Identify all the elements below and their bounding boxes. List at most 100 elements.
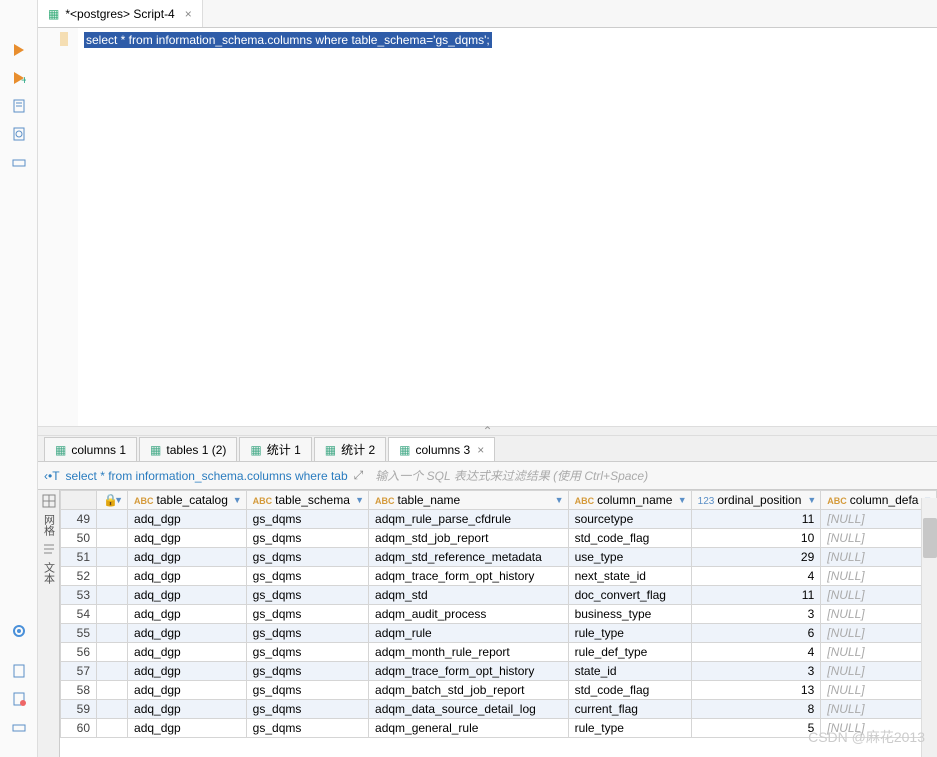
cell[interactable]: [NULL] <box>821 586 937 605</box>
close-icon[interactable]: × <box>477 443 484 457</box>
cell[interactable]: state_id <box>568 662 691 681</box>
sql-editor[interactable]: select * from information_schema.columns… <box>38 28 937 426</box>
cell[interactable]: adq_dgp <box>128 529 247 548</box>
cell[interactable]: 3 <box>691 605 821 624</box>
column-header-table_catalog[interactable]: ABCtable_catalog▼ <box>128 491 247 510</box>
row-number[interactable]: 58 <box>61 681 97 700</box>
table-row[interactable]: 51 adq_dgpgs_dqmsadqm_std_reference_metad… <box>61 548 937 567</box>
table-row[interactable]: 60adq_dgpgs_dqmsadqm_general_rulerule_ty… <box>61 719 937 738</box>
chevron-down-icon[interactable]: ▼ <box>233 495 242 505</box>
cell[interactable]: adqm_std_reference_metadata <box>369 548 569 567</box>
row-number[interactable]: 49 <box>61 510 97 529</box>
cell[interactable]: rule_def_type <box>568 643 691 662</box>
row-number[interactable]: 52 <box>61 567 97 586</box>
cell[interactable]: 6 <box>691 624 821 643</box>
grid-mode-icon[interactable] <box>42 494 56 508</box>
row-number[interactable]: 55 <box>61 624 97 643</box>
chevron-down-icon[interactable]: ▼ <box>807 495 816 505</box>
table-row[interactable]: 54adq_dgpgs_dqmsadqm_audit_processbusine… <box>61 605 937 624</box>
cell[interactable]: adq_dgp <box>128 719 247 738</box>
table-row[interactable]: 58adq_dgpgs_dqmsadqm_batch_std_job_repor… <box>61 681 937 700</box>
vertical-scrollbar[interactable] <box>921 498 937 757</box>
row-number[interactable]: 59 <box>61 700 97 719</box>
cell[interactable]: adqm_general_rule <box>369 719 569 738</box>
cell[interactable]: adq_dgp <box>128 548 247 567</box>
cell[interactable]: [NULL] <box>821 643 937 662</box>
cell[interactable]: business_type <box>568 605 691 624</box>
settings-icon[interactable] <box>9 621 29 641</box>
filter-input[interactable]: 输入一个 SQL 表达式来过滤结果 (使用 Ctrl+Space) <box>369 467 931 484</box>
rownum-header[interactable] <box>61 491 97 510</box>
scrollbar-thumb[interactable] <box>923 518 937 558</box>
column-header-table_schema[interactable]: ABCtable_schema▼ <box>246 491 368 510</box>
cell[interactable]: adqm_std_job_report <box>369 529 569 548</box>
cell[interactable]: rule_type <box>568 719 691 738</box>
cell[interactable]: adq_dgp <box>128 510 247 529</box>
cell[interactable]: gs_dqms <box>246 548 368 567</box>
result-tab-3[interactable]: ▦统计 2 <box>314 437 386 461</box>
plan-icon[interactable] <box>9 152 29 172</box>
cell[interactable]: adq_dgp <box>128 567 247 586</box>
chevron-down-icon[interactable]: ▼ <box>114 495 123 505</box>
script-icon[interactable] <box>9 96 29 116</box>
cell[interactable]: adq_dgp <box>128 586 247 605</box>
cell[interactable]: adqm_rule_parse_cfdrule <box>369 510 569 529</box>
row-number[interactable]: 51 <box>61 548 97 567</box>
cell[interactable]: [NULL] <box>821 605 937 624</box>
save-icon[interactable] <box>9 661 29 681</box>
result-tab-4[interactable]: ▦columns 3× <box>388 437 495 461</box>
grid-tab-grid[interactable]: 网格 <box>41 514 57 536</box>
cell[interactable]: gs_dqms <box>246 662 368 681</box>
column-header-column_name[interactable]: ABCcolumn_name▼ <box>568 491 691 510</box>
cell[interactable]: adqm_audit_process <box>369 605 569 624</box>
cell[interactable]: use_type <box>568 548 691 567</box>
cell[interactable]: [NULL] <box>821 662 937 681</box>
cell[interactable]: gs_dqms <box>246 624 368 643</box>
cell[interactable]: adqm_trace_form_opt_history <box>369 567 569 586</box>
cell[interactable]: gs_dqms <box>246 700 368 719</box>
cell[interactable]: adq_dgp <box>128 605 247 624</box>
cell[interactable]: adq_dgp <box>128 643 247 662</box>
table-row[interactable]: 59adq_dgpgs_dqmsadqm_data_source_detail_… <box>61 700 937 719</box>
result-tab-2[interactable]: ▦统计 1 <box>239 437 311 461</box>
results-grid[interactable]: 🔒▼ABCtable_catalog▼ABCtable_schema▼ABCta… <box>60 490 937 757</box>
cell[interactable]: [NULL] <box>821 624 937 643</box>
cell[interactable]: 13 <box>691 681 821 700</box>
cell[interactable]: adqm_std <box>369 586 569 605</box>
cell[interactable]: [NULL] <box>821 567 937 586</box>
row-number[interactable]: 60 <box>61 719 97 738</box>
cell[interactable]: adq_dgp <box>128 624 247 643</box>
chevron-down-icon[interactable]: ▼ <box>555 495 564 505</box>
cell[interactable]: adq_dgp <box>128 700 247 719</box>
column-header-column_defa[interactable]: ABCcolumn_defa▼ <box>821 491 937 510</box>
row-number[interactable]: 53 <box>61 586 97 605</box>
editor-tab-script4[interactable]: ▦ *<postgres> Script-4 × <box>38 0 203 27</box>
cell[interactable]: 11 <box>691 510 821 529</box>
cell[interactable]: adqm_month_rule_report <box>369 643 569 662</box>
chevron-down-icon[interactable]: ▼ <box>678 495 687 505</box>
cell[interactable]: gs_dqms <box>246 529 368 548</box>
result-tab-0[interactable]: ▦columns 1 <box>44 437 137 461</box>
cell[interactable]: std_code_flag <box>568 681 691 700</box>
table-row[interactable]: 55 adq_dgpgs_dqmsadqm_rulerule_type6[NULL… <box>61 624 937 643</box>
cell[interactable]: gs_dqms <box>246 643 368 662</box>
table-row[interactable]: 53adq_dgpgs_dqmsadqm_stddoc_convert_flag… <box>61 586 937 605</box>
expand-icon[interactable]: ⤢ <box>354 468 364 483</box>
cell[interactable]: [NULL] <box>821 681 937 700</box>
cell[interactable]: rule_type <box>568 624 691 643</box>
cell[interactable]: 11 <box>691 586 821 605</box>
column-header-lock[interactable]: 🔒▼ <box>97 491 128 510</box>
close-icon[interactable]: × <box>185 7 192 21</box>
text-mode-icon[interactable] <box>42 542 56 556</box>
table-row[interactable]: 56 adq_dgpgs_dqmsadqm_month_rule_reportru… <box>61 643 937 662</box>
cell[interactable]: 4 <box>691 643 821 662</box>
cell[interactable]: gs_dqms <box>246 510 368 529</box>
row-number[interactable]: 56 <box>61 643 97 662</box>
cell[interactable]: adqm_rule <box>369 624 569 643</box>
cell[interactable]: adq_dgp <box>128 662 247 681</box>
explain-icon[interactable] <box>9 124 29 144</box>
export-icon[interactable] <box>9 717 29 737</box>
cell[interactable]: 5 <box>691 719 821 738</box>
cell[interactable]: [NULL] <box>821 529 937 548</box>
cell[interactable]: [NULL] <box>821 700 937 719</box>
